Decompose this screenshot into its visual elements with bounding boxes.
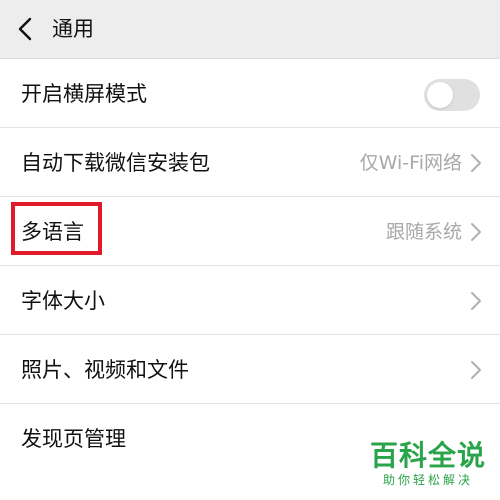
setting-label: 自动下载微信安装包 (21, 151, 210, 175)
setting-value: 仅Wi-Fi网络 (359, 152, 462, 174)
landscape-toggle[interactable] (424, 79, 480, 111)
watermark-logo: 百科全说 助你轻松解决 (370, 440, 486, 488)
watermark-title: 百科全说 (369, 439, 486, 472)
setting-label: 开启横屏模式 (21, 82, 147, 106)
setting-label: 字体大小 (21, 289, 105, 313)
setting-row-font-size[interactable]: 字体大小 (0, 266, 500, 335)
nav-header: 通用 (0, 0, 500, 58)
toggle-knob (427, 82, 453, 108)
chevron-right-icon (471, 154, 481, 172)
back-button[interactable] (8, 12, 42, 46)
page-title: 通用 (52, 17, 94, 41)
setting-value: 跟随系统 (385, 221, 462, 243)
setting-row-media-files[interactable]: 照片、视频和文件 (0, 335, 500, 404)
setting-label: 发现页管理 (21, 427, 126, 451)
setting-label: 照片、视频和文件 (21, 358, 189, 382)
chevron-right-icon (471, 292, 481, 310)
setting-label: 多语言 (21, 220, 84, 244)
settings-list: 开启横屏模式 自动下载微信安装包 仅Wi-Fi网络 多语言 跟随系统 字体大小 (0, 59, 500, 473)
chevron-right-icon (471, 361, 481, 379)
setting-row-language[interactable]: 多语言 跟随系统 (0, 197, 500, 266)
setting-row-auto-download[interactable]: 自动下载微信安装包 仅Wi-Fi网络 (0, 128, 500, 197)
setting-row-landscape-mode: 开启横屏模式 (0, 59, 500, 128)
chevron-left-icon (18, 17, 32, 41)
settings-screen: 通用 开启横屏模式 自动下载微信安装包 仅Wi-Fi网络 多语言 跟随系统 字体… (0, 0, 500, 500)
watermark-subtitle: 助你轻松解决 (382, 473, 473, 487)
chevron-right-icon (471, 223, 481, 241)
